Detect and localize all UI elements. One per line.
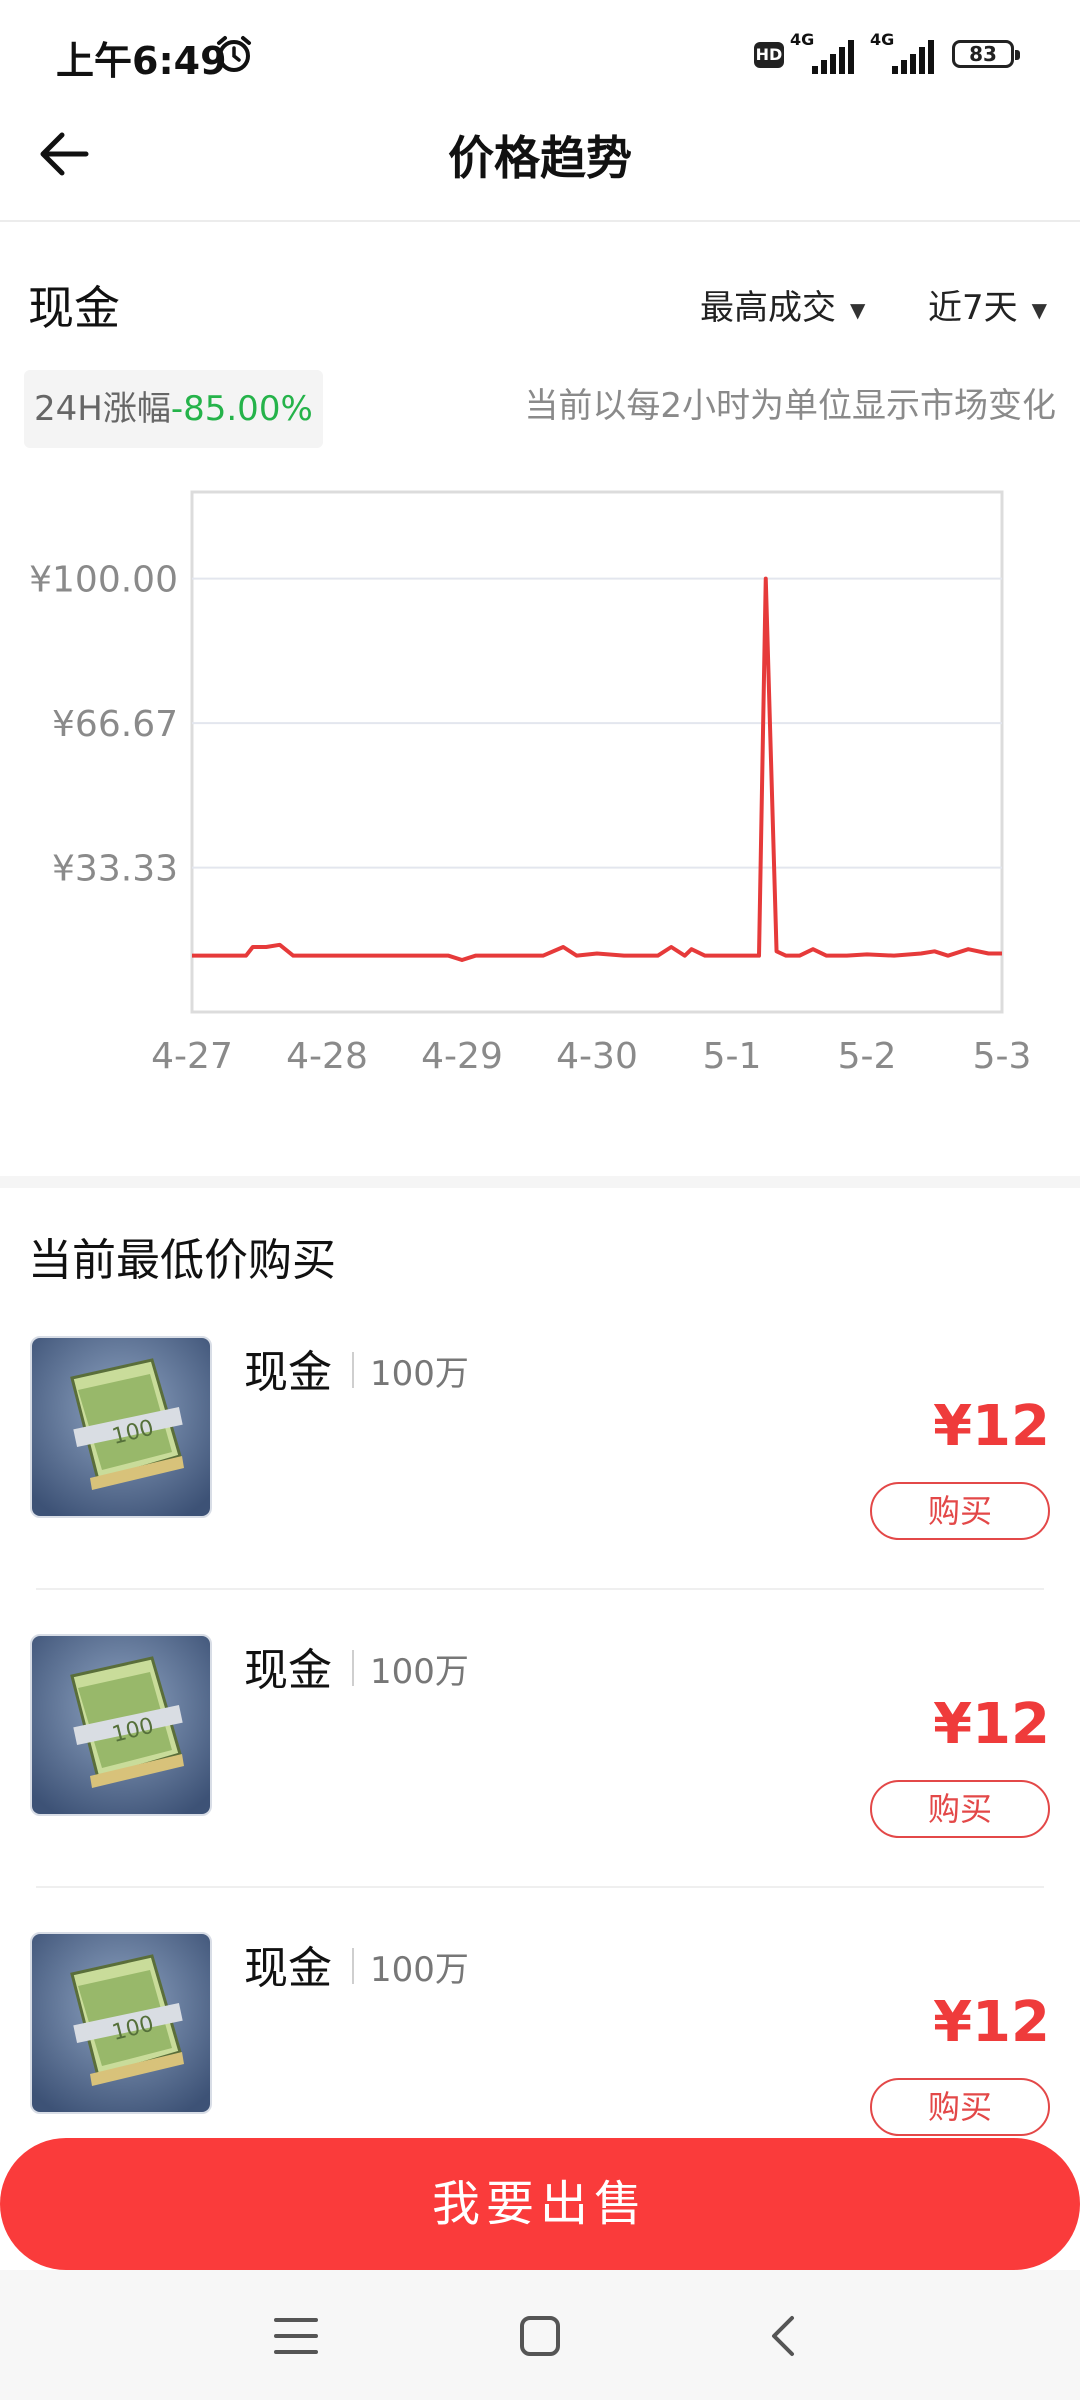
price-trend-chart[interactable]: ¥33.33 ¥66.67 ¥100.00 4-27 4-28 4-29 4-30 5-1 5-… [0,470,1080,1090]
sell-button[interactable]: 我要出售 [0,2138,1080,2270]
change-badge: 24H涨幅-85.00% [24,370,323,448]
filter-type-dropdown[interactable]: 最高成交 ▼ [700,280,865,329]
listing-divider [36,1588,1044,1590]
home-icon[interactable] [518,2314,562,2358]
page-title: 价格趋势 [448,131,632,185]
hd-badge: HD [754,42,784,68]
listing-separator [352,1352,354,1388]
buy-button[interactable]: 购买 [870,1780,1050,1838]
menu-icon[interactable] [274,2316,318,2356]
change-label: 24H涨幅 [34,389,171,429]
signal-icon [812,40,854,74]
x-tick-label: 4-30 [556,1036,638,1077]
plot-area [190,490,1004,1014]
listing-divider [36,1886,1044,1888]
cash-item-image: 100 [30,1634,212,1816]
listing-separator [352,1948,354,1984]
filter-range-label: 近7天 [928,288,1018,328]
cash-item-image: 100 [30,1336,212,1518]
listing-item[interactable]: 100 现金 100万 ¥12 购买 [0,1336,1080,1634]
listing-price: ¥12 [933,1692,1050,1757]
header-divider [0,220,1080,222]
change-value: -85.00% [170,389,313,429]
y-tick-label: ¥100.00 [29,560,178,601]
dropdown-caret-icon: ▼ [1031,297,1048,322]
filter-type-label: 最高成交 [700,288,836,328]
listing-quantity: 100万 [370,1950,469,1990]
y-tick-label: ¥66.67 [52,704,178,745]
x-tick-label: 5-1 [703,1036,762,1077]
system-nav-bar [0,2270,1080,2400]
listing-name: 现金 [244,1645,332,1696]
status-bar: 上午6:49 HD 4G 4G 83 [0,0,1080,110]
cash-item-image: 100 [30,1932,212,2114]
listing-price: ¥12 [933,1394,1050,1459]
filter-range-dropdown[interactable]: 近7天 ▼ [928,280,1047,329]
dropdown-caret-icon: ▼ [850,297,866,322]
interval-note: 当前以每2小时为单位显示市场变化 [524,386,1056,426]
buy-button[interactable]: 购买 [870,1482,1050,1540]
x-tick-label: 5-3 [973,1036,1032,1077]
x-tick-label: 4-28 [286,1036,368,1077]
listing-name: 现金 [244,1347,332,1398]
alarm-icon [217,36,251,72]
back-icon[interactable] [768,2314,798,2358]
item-name: 现金 [28,281,120,335]
listing-section-title: 当前最低价购买 [28,1235,336,1286]
listing-quantity: 100万 [370,1652,469,1692]
listing-separator [352,1650,354,1686]
status-time: 上午6:49 [56,39,227,83]
signal-icon-2 [892,40,934,74]
network-type-1: 4G [790,30,815,49]
battery-icon: 83 [952,40,1020,68]
listing-quantity: 100万 [370,1354,469,1394]
listing-name: 现金 [244,1943,332,1994]
listing-price: ¥12 [933,1990,1050,2055]
x-tick-label: 4-27 [151,1036,233,1077]
listing-item[interactable]: 100 现金 100万 ¥12 购买 [0,1634,1080,1932]
buy-button[interactable]: 购买 [870,2078,1050,2136]
network-type-2: 4G [870,30,895,49]
section-gap [0,1176,1080,1188]
x-tick-label: 4-29 [421,1036,503,1077]
x-tick-label: 5-2 [838,1036,897,1077]
y-tick-label: ¥33.33 [52,849,178,890]
